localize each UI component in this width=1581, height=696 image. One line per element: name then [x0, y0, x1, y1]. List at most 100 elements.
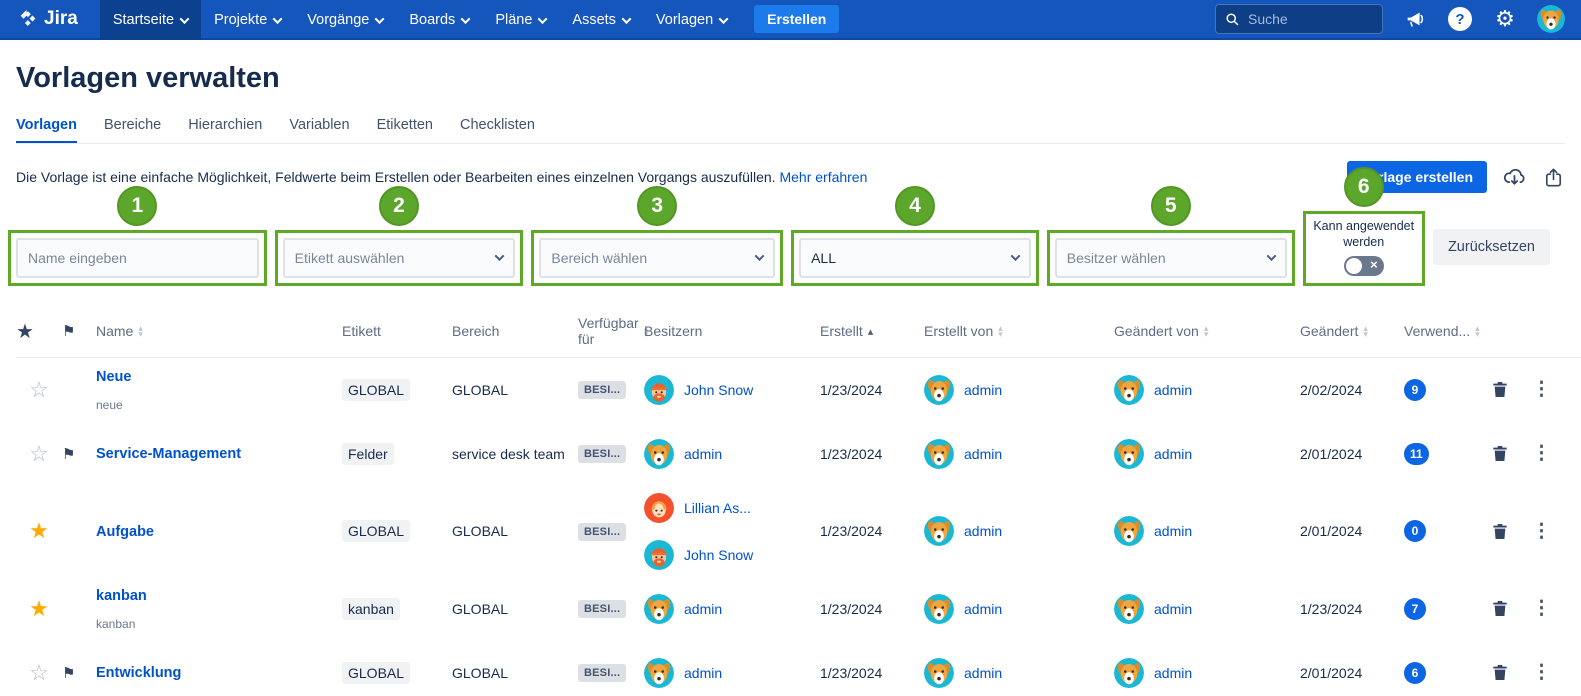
created-by-link[interactable]: admin	[964, 382, 1002, 398]
favorite-star-toggle[interactable]: ★	[29, 518, 49, 543]
tab-etiketten[interactable]: Etiketten	[377, 117, 433, 143]
column-label: Geändert von	[1114, 323, 1199, 339]
more-actions-button[interactable]: ⋮	[1530, 376, 1553, 403]
template-name-link[interactable]: Aufgabe	[96, 524, 154, 540]
announcements-icon[interactable]	[1402, 6, 1428, 32]
area-filter-select[interactable]: Bereich wählen	[539, 238, 775, 278]
admin-dog-avatar	[1114, 375, 1144, 405]
modified-by-link[interactable]: admin	[1154, 523, 1192, 539]
availability-tag[interactable]: BESI...	[578, 523, 626, 541]
help-icon[interactable]: ?	[1447, 6, 1473, 32]
chevron-down-icon	[1266, 251, 1276, 261]
availability-tag[interactable]: BESI...	[578, 600, 626, 618]
created-date: 1/23/2024	[820, 446, 924, 462]
search-input[interactable]	[1248, 11, 1358, 27]
tab-vorlagen[interactable]: Vorlagen	[16, 117, 77, 143]
tab-variablen[interactable]: Variablen	[289, 117, 349, 143]
nav-item-boards[interactable]: Boards	[396, 0, 482, 40]
annotation-number-1: 1	[117, 186, 157, 226]
delete-button[interactable]	[1488, 660, 1512, 685]
more-actions-button[interactable]: ⋮	[1530, 440, 1553, 467]
delete-button[interactable]	[1488, 441, 1512, 466]
learn-more-link[interactable]: Mehr erfahren	[779, 169, 867, 185]
column-header-geaendert[interactable]: Geändert▴▾	[1300, 323, 1404, 339]
availability-tag[interactable]: BESI...	[578, 445, 626, 463]
import-cloud-icon[interactable]	[1502, 165, 1527, 190]
owner-link[interactable]: John Snow	[684, 382, 753, 398]
modified-by-link[interactable]: admin	[1154, 446, 1192, 462]
global-create-button[interactable]: Erstellen	[754, 5, 839, 33]
delete-button[interactable]	[1488, 519, 1512, 544]
reset-filters-button[interactable]: Zurücksetzen	[1433, 229, 1550, 265]
owner-link[interactable]: John Snow	[684, 547, 753, 563]
global-search[interactable]	[1215, 4, 1383, 34]
favorite-star-toggle[interactable]: ☆	[29, 377, 49, 402]
created-by: admin	[924, 594, 1114, 624]
created-by: admin	[924, 658, 1114, 688]
nav-item-projekte[interactable]: Projekte	[201, 0, 294, 40]
all-filter-select[interactable]: ALL	[799, 238, 1031, 278]
delete-button[interactable]	[1488, 377, 1512, 402]
template-name-link[interactable]: Service-Management	[96, 446, 241, 462]
label-tag: Felder	[342, 443, 394, 465]
column-header-name[interactable]: Name▴▾	[96, 323, 342, 339]
page-tabs: Vorlagen Bereiche Hierarchien Variablen Etik…	[16, 117, 1565, 144]
owners-cell: admin	[644, 658, 820, 688]
column-label: Bereich	[452, 323, 499, 339]
more-actions-button[interactable]: ⋮	[1530, 595, 1553, 622]
page-description: Die Vorlage ist eine einfache Möglichkei…	[16, 169, 867, 185]
created-by-link[interactable]: admin	[964, 446, 1002, 462]
name-filter-input[interactable]	[16, 238, 259, 278]
tab-bereiche[interactable]: Bereiche	[104, 117, 161, 143]
favorite-star-toggle[interactable]: ★	[29, 596, 49, 621]
created-by: admin	[924, 516, 1114, 546]
column-header-geaendert_von[interactable]: Geändert von▴▾	[1114, 323, 1300, 339]
delete-cell	[1488, 519, 1530, 544]
created-by-link[interactable]: admin	[964, 601, 1002, 617]
created-by-link[interactable]: admin	[964, 523, 1002, 539]
created-by-link[interactable]: admin	[964, 665, 1002, 681]
favorite-star-toggle[interactable]: ☆	[29, 660, 49, 685]
delete-cell	[1488, 441, 1530, 466]
nav-item-vorlagen[interactable]: Vorlagen	[643, 0, 740, 40]
annotation-number-5: 5	[1151, 186, 1191, 226]
jira-logo[interactable]: Jira	[16, 8, 78, 30]
nav-item-assets[interactable]: Assets	[559, 0, 643, 40]
more-actions-button[interactable]: ⋮	[1530, 518, 1553, 545]
modified-by-link[interactable]: admin	[1154, 665, 1192, 681]
modified-by-link[interactable]: admin	[1154, 382, 1192, 398]
template-name-link[interactable]: Entwicklung	[96, 665, 181, 681]
column-label: Erstellt von	[924, 323, 993, 339]
export-share-icon[interactable]	[1542, 166, 1565, 189]
delete-button[interactable]	[1488, 596, 1512, 621]
favorite-cell: ★	[16, 596, 62, 622]
template-name-link[interactable]: kanban	[96, 588, 147, 604]
owner-link[interactable]: admin	[684, 601, 722, 617]
profile-avatar[interactable]	[1537, 5, 1565, 33]
owner-link[interactable]: admin	[684, 665, 722, 681]
owners-cell: admin	[644, 439, 820, 469]
can-apply-toggle[interactable]: ×	[1344, 256, 1384, 276]
column-header-verfuegbar_fuer[interactable]: Verfügbar für▴▾	[578, 315, 644, 347]
availability-tag[interactable]: BESI...	[578, 381, 626, 399]
modified-by-link[interactable]: admin	[1154, 601, 1192, 617]
tab-hierarchien[interactable]: Hierarchien	[188, 117, 262, 143]
owner-link[interactable]: Lillian As...	[684, 500, 751, 516]
column-header-erstellt_von[interactable]: Erstellt von▴▾	[924, 323, 1114, 339]
owner-filter-select[interactable]: Besitzer wählen	[1055, 238, 1287, 278]
label-filter-select[interactable]: Etikett auswählen	[283, 238, 516, 278]
owner-link[interactable]: admin	[684, 446, 722, 462]
column-header-erstellt[interactable]: Erstellt▴	[820, 323, 924, 339]
more-actions-button[interactable]: ⋮	[1530, 659, 1553, 686]
nav-item-startseite[interactable]: Startseite	[100, 0, 201, 40]
column-header-verwendet[interactable]: Verwend...▴▾	[1404, 323, 1488, 339]
created-date: 1/23/2024	[820, 382, 924, 398]
nav-item-vorgänge[interactable]: Vorgänge	[294, 0, 396, 40]
favorite-star-toggle[interactable]: ☆	[29, 441, 49, 466]
template-name-link[interactable]: Neue	[96, 369, 131, 385]
settings-icon[interactable]: ⚙	[1492, 6, 1518, 32]
column-label: Verfügbar für	[578, 315, 639, 347]
availability-tag[interactable]: BESI...	[578, 664, 626, 682]
nav-item-pläne[interactable]: Pläne	[482, 0, 559, 40]
tab-checklisten[interactable]: Checklisten	[460, 117, 535, 143]
